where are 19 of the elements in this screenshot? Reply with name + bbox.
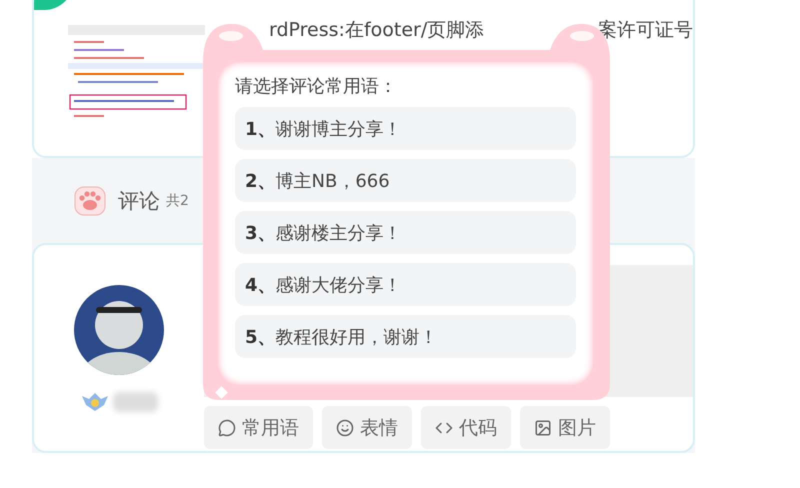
paw-icon	[74, 186, 106, 216]
image-icon	[534, 418, 552, 436]
toolbar-button[interactable]: 代码	[421, 406, 511, 449]
phrase-option[interactable]: 5、教程很好用，谢谢！	[235, 315, 576, 358]
speech-bubble-icon	[218, 418, 236, 436]
comment-count: 共2	[166, 192, 189, 210]
article-title[interactable]: rdPress:在footer/页脚添	[269, 17, 484, 43]
smiley-icon	[336, 418, 354, 436]
toolbar-button[interactable]: 常用语	[204, 406, 313, 449]
blurred-name	[112, 392, 158, 412]
toolbar-button[interactable]: 表情	[322, 406, 412, 449]
badge-icon	[80, 391, 108, 413]
phrase-option[interactable]: 3、感谢楼主分享！	[235, 211, 576, 254]
popup-title: 请选择评论常用语：	[235, 75, 398, 98]
phrase-option[interactable]: 4、感谢大佬分享！	[235, 263, 576, 306]
phrase-option[interactable]: 2、博主NB，666	[235, 159, 576, 202]
toolbar-button[interactable]: 图片	[520, 406, 610, 449]
comments-title: 评论	[118, 188, 160, 214]
phrase-option[interactable]: 1、谢谢博主分享！	[235, 107, 576, 150]
